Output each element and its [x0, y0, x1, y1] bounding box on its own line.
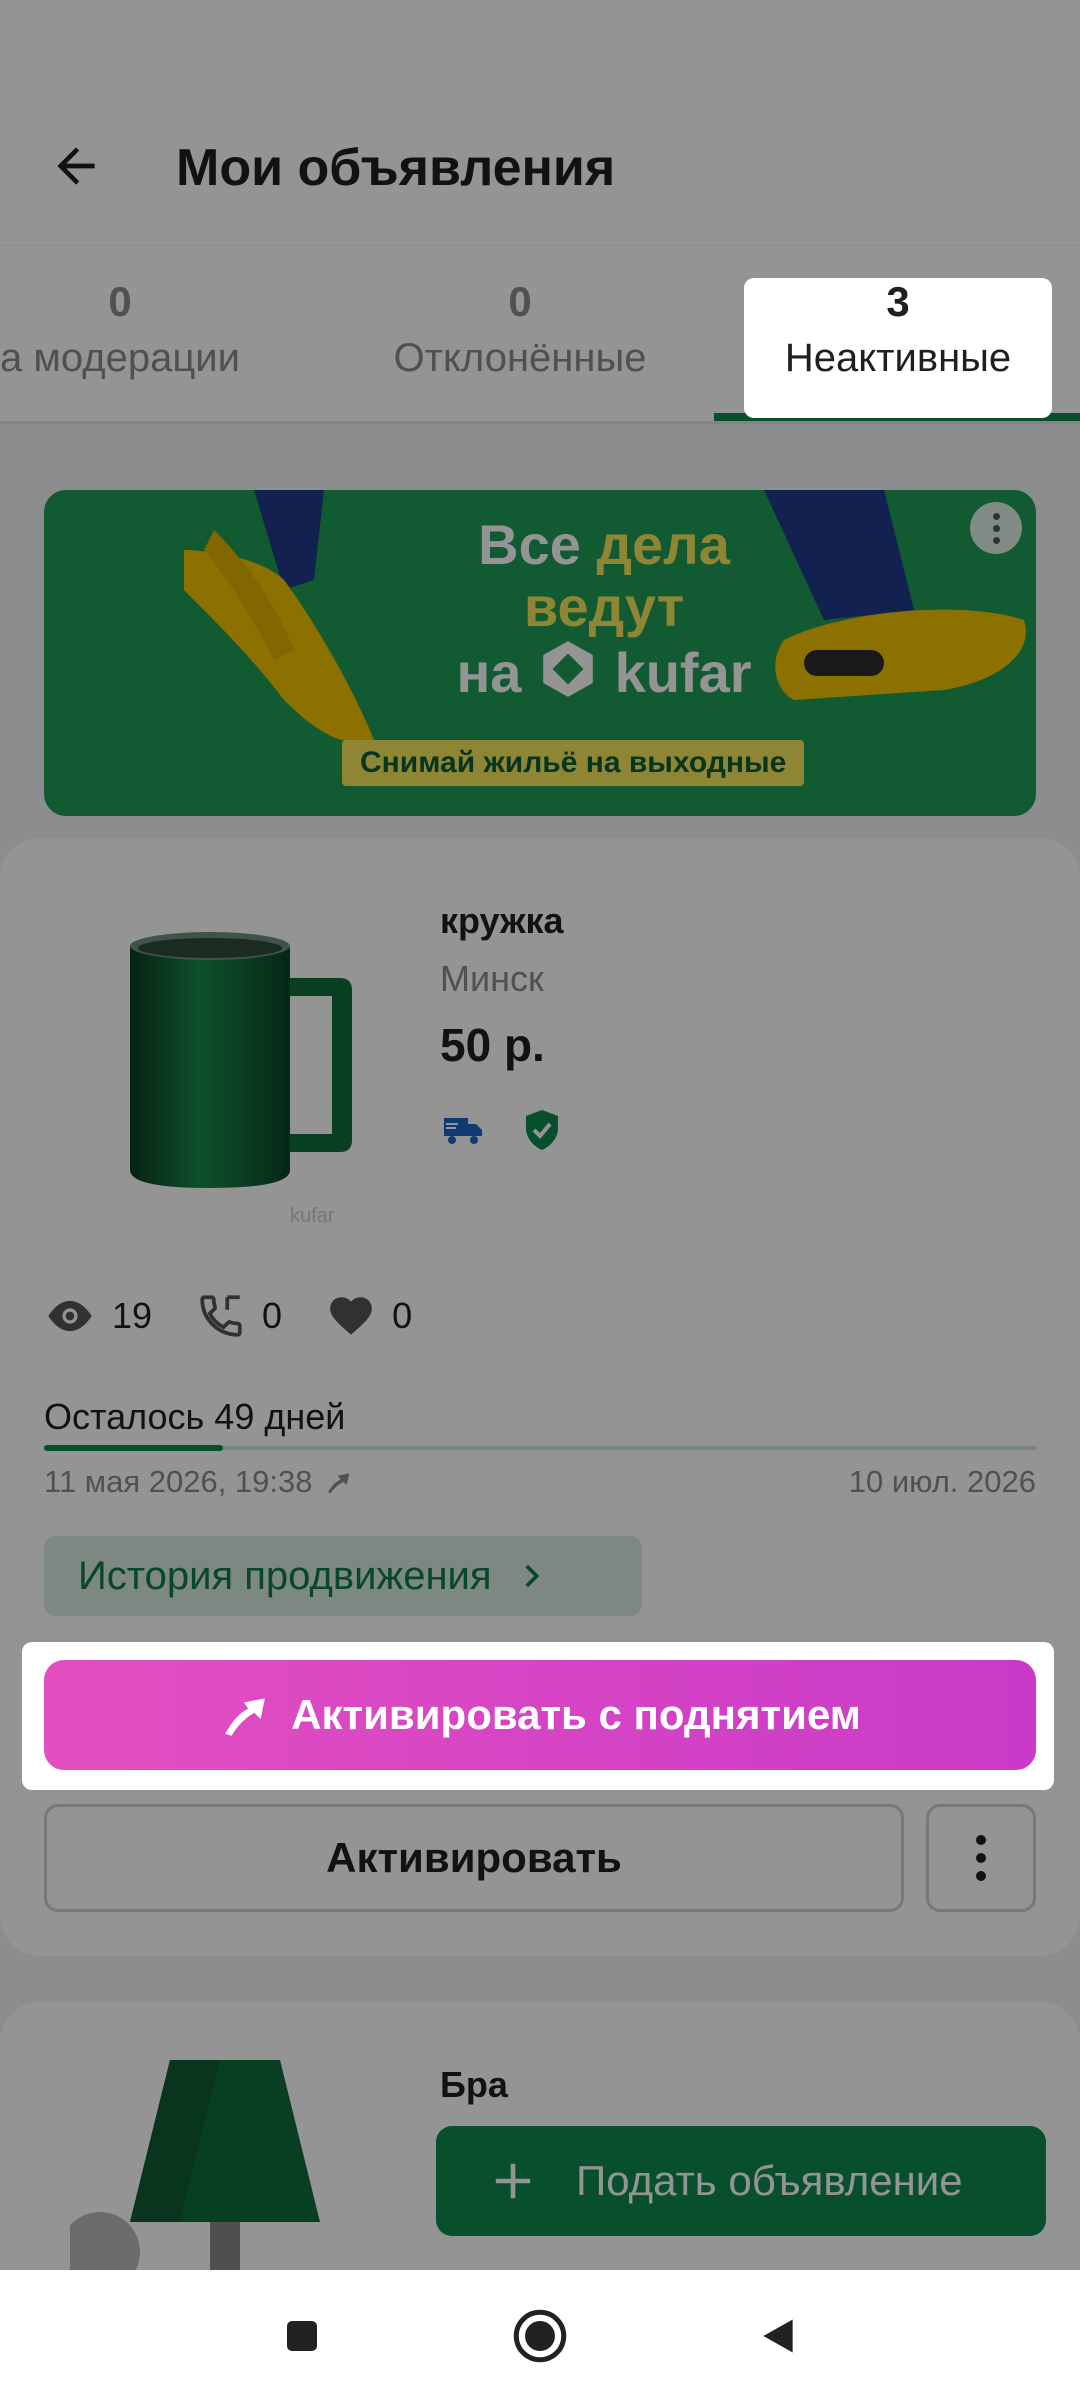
page-title: Мои объявления [176, 139, 616, 197]
listing-more-button[interactable] [926, 1804, 1036, 1912]
listing-title: кружка [440, 900, 564, 941]
start-date-group: 11 мая 2026, 19:38 [44, 1464, 353, 1500]
tab-label: Неактивные [784, 336, 1012, 380]
tab-count: 0 [508, 278, 532, 325]
highlighted-tab-wrapper: 3 Неактивные [744, 270, 1052, 418]
chevron-right-icon [524, 1564, 539, 1588]
activate-button[interactable]: Активировать [44, 1804, 904, 1912]
tab-label: а модерации [0, 336, 240, 380]
end-date: 10 июл. 2026 [848, 1464, 1036, 1499]
tab-inactive[interactable]: 3 Неактивные [744, 278, 1052, 418]
listing-price: 50 р. [440, 1019, 545, 1071]
system-nav-bar [0, 2270, 1080, 2400]
product-image: kufar [130, 932, 352, 1227]
banner-text: дела [596, 513, 730, 576]
views-stat: 19 [44, 1290, 152, 1342]
favorites-stat: 0 [326, 1291, 412, 1341]
arrow-left-icon [57, 147, 95, 185]
highlighted-boost-wrapper: Активировать с поднятием [22, 1642, 1054, 1790]
phone-call-icon [200, 1295, 242, 1337]
eye-icon [48, 1300, 92, 1332]
favorites-count: 0 [392, 1295, 413, 1336]
banner-text: на [456, 641, 522, 704]
boost-arrow-icon [327, 1473, 349, 1494]
calls-stat: 0 [196, 1291, 282, 1341]
promotion-history-label: История продвижения [78, 1553, 492, 1598]
app-bar: Мои объявления [0, 0, 1080, 245]
back-nav-button[interactable] [746, 2304, 810, 2368]
banner-headline: Все дела ведут на kufar [404, 514, 804, 704]
start-date: 11 мая 2026, 19:38 [44, 1464, 313, 1499]
promo-banner[interactable]: Все дела ведут на kufar Снимай жильё на … [44, 490, 1036, 816]
calls-count: 0 [262, 1295, 283, 1336]
delivery-truck-icon [444, 1118, 482, 1144]
listing-progress-bar [44, 1445, 1036, 1451]
plus-icon [495, 2163, 531, 2199]
activate-with-boost-button[interactable]: Активировать с поднятием [44, 1660, 1036, 1770]
listing-dates: 11 мая 2026, 19:38 10 июл. 2026 [44, 1464, 1036, 1500]
recents-button[interactable] [270, 2304, 334, 2368]
remaining-days: Осталось 49 дней [44, 1396, 346, 1437]
boost-arrow-icon [225, 1698, 265, 1736]
banner-subtitle: Снимай жильё на выходные [342, 740, 805, 786]
post-ad-button[interactable]: Подать объявление [436, 2126, 1046, 2236]
svg-text:kufar: kufar [290, 1205, 335, 1227]
kufar-logo-icon [543, 641, 593, 697]
boost-label: Активировать с поднятием [291, 1691, 861, 1738]
heart-icon [330, 1297, 372, 1335]
square-icon [287, 2321, 317, 2351]
product-image [70, 2060, 320, 2272]
tab-rejected[interactable]: 0 Отклонённые [370, 246, 670, 421]
triangle-back-icon [763, 2319, 793, 2353]
views-count: 19 [112, 1295, 153, 1336]
banner-text: kufar [614, 641, 752, 704]
listing-city: Минск [440, 958, 544, 999]
home-button[interactable] [508, 2304, 572, 2368]
post-ad-label: Подать объявление [576, 2157, 963, 2204]
banner-text: ведут [523, 575, 685, 638]
listing-stats: 19 0 0 [44, 1286, 456, 1346]
listing-progress-fill [44, 1445, 223, 1451]
listing-title: Бра [440, 2064, 508, 2105]
tab-label: Отклонённые [393, 336, 647, 380]
listing-badges [440, 1106, 566, 1154]
tab-count: 3 [886, 278, 910, 325]
promotion-history-button[interactable]: История продвижения [44, 1536, 642, 1616]
tab-moderation[interactable]: 0 а модерации [0, 246, 280, 421]
verified-shield-icon [526, 1110, 558, 1150]
tab-count: 0 [108, 278, 132, 325]
banner-text: Все [478, 513, 581, 576]
banner-more-button[interactable] [970, 502, 1022, 554]
home-circle-icon [513, 2309, 567, 2363]
back-button[interactable] [40, 130, 112, 202]
